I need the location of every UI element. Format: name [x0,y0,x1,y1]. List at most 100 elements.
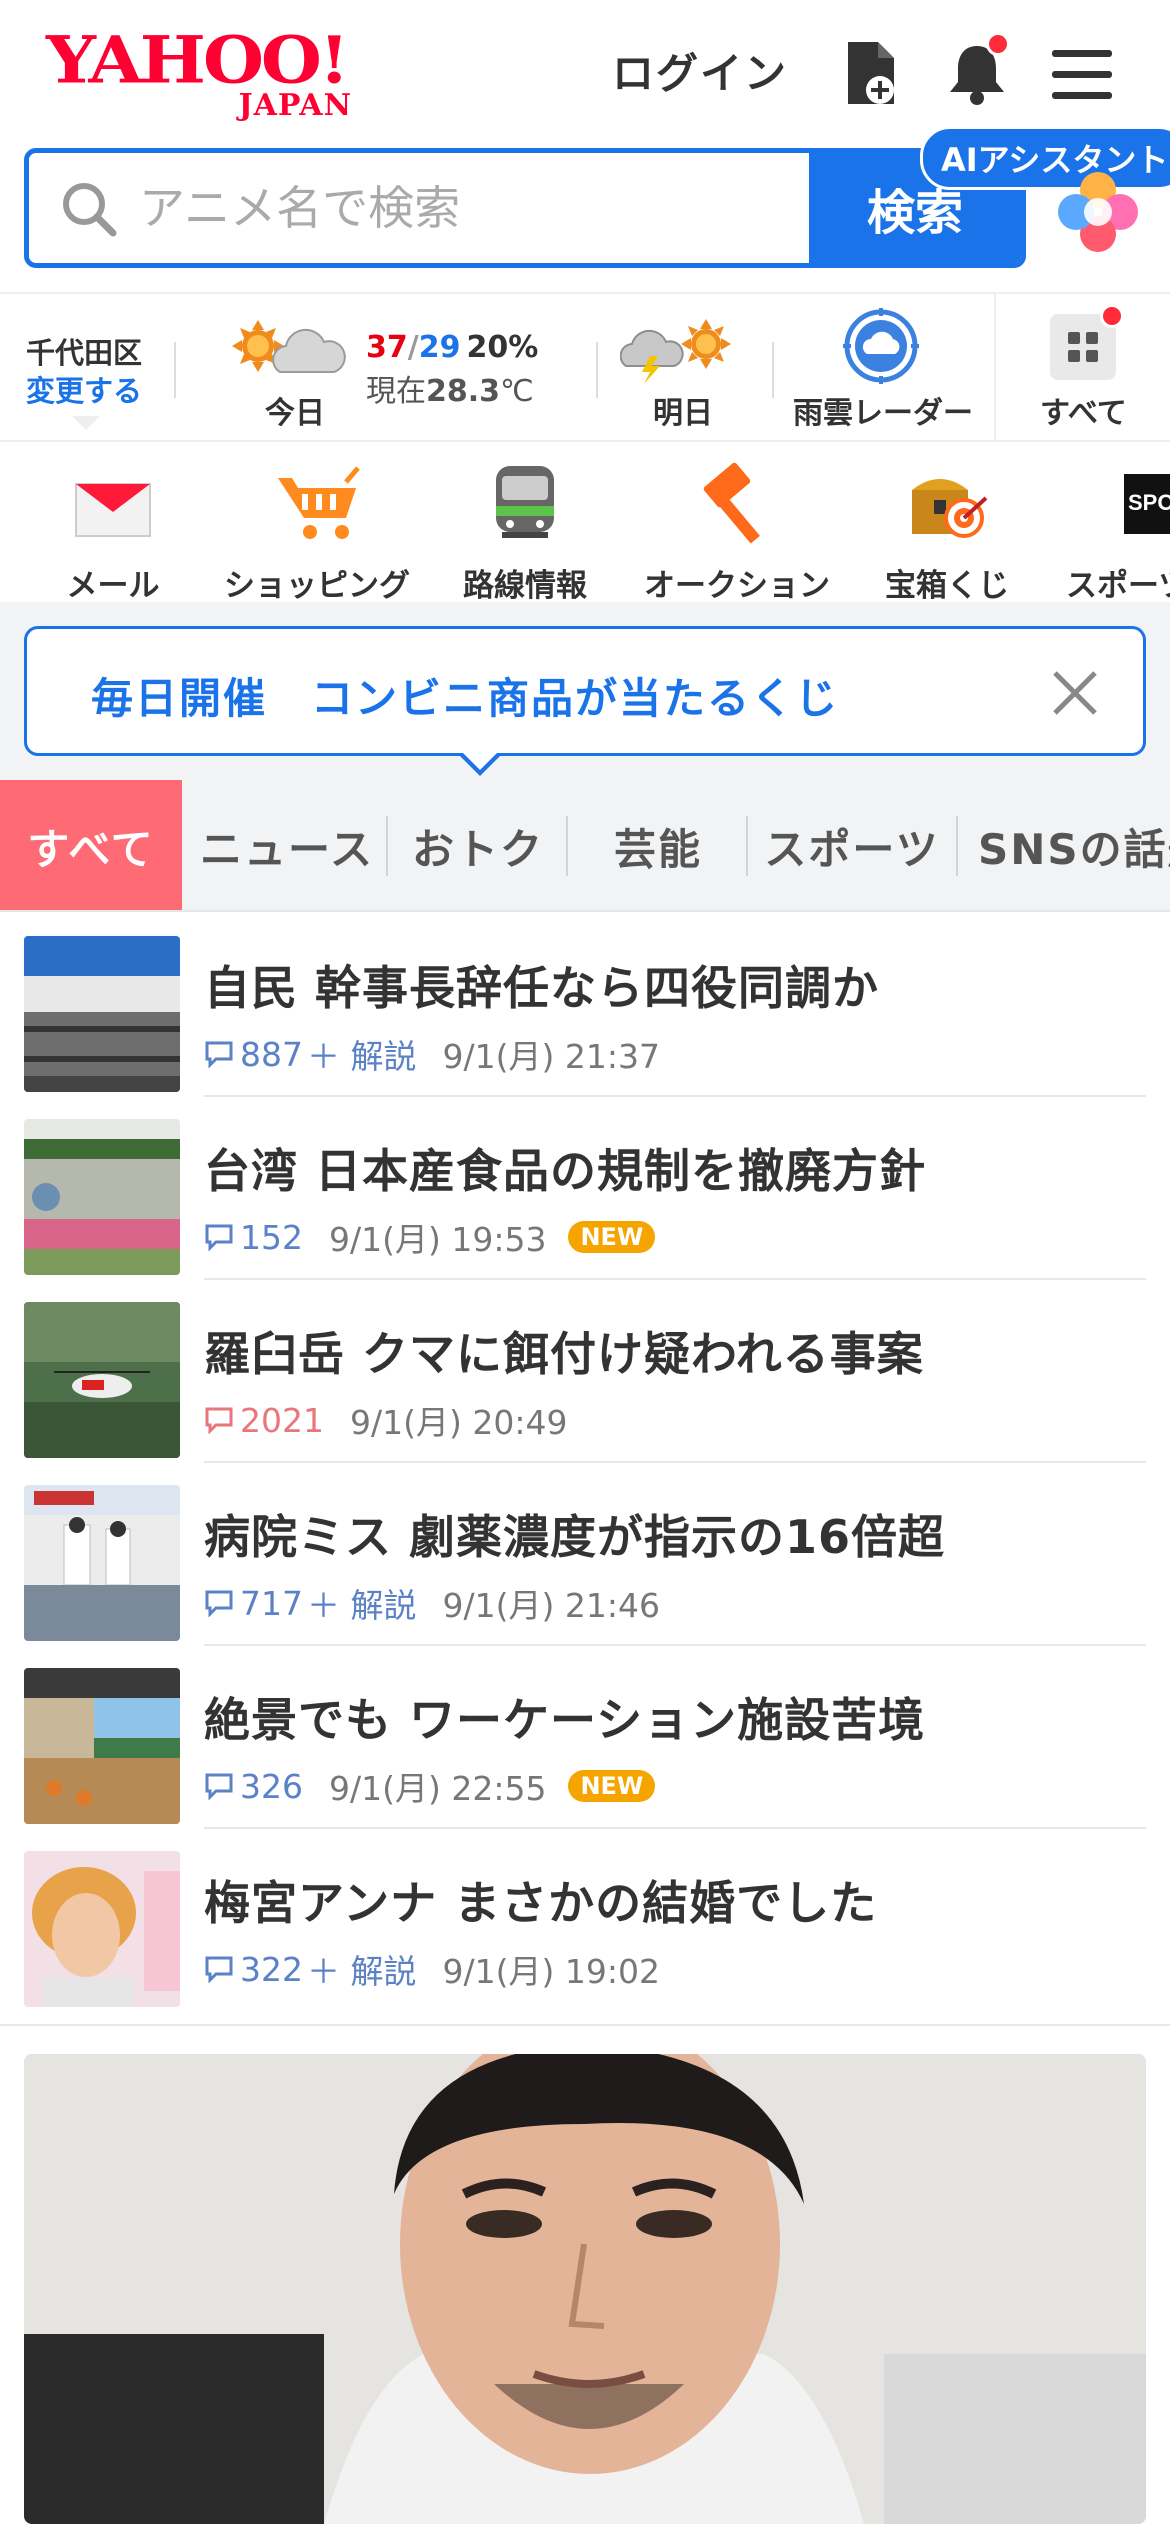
service-auction[interactable]: オークション [642,462,832,602]
header: YAHOO! JAPAN ログイン [0,0,1170,145]
weather-change-area-link[interactable]: 変更する [26,368,142,410]
tab-sports[interactable]: スポーツ [752,780,952,910]
mail-icon [75,483,151,537]
all-services-grid-icon[interactable] [1050,304,1124,384]
news-timestamp: 9/1(月) 19:53 [329,1220,547,1259]
tab-divider [746,816,748,876]
temp-high: 37 [366,330,408,365]
news-title: 病院ミス 劇薬濃度が指示の16倍超 [204,1510,946,1564]
new-badge: NEW [568,1221,656,1253]
rain-radar-icon[interactable] [843,308,919,388]
logo-main-text: YAHOO! [46,21,350,98]
tab-entertainment[interactable]: 芸能 [570,780,746,910]
news-meta: 717 ＋ 解説 9/1(月) 21:46 [204,1579,660,1627]
featured-photo[interactable] [24,2054,1146,2524]
divider [0,2024,1170,2026]
news-meta: 322 ＋ 解説 9/1(月) 19:02 [204,1945,660,1993]
news-title: 羅臼岳 クマに餌付け疑われる事案 [204,1327,924,1381]
news-item[interactable]: 病院ミス 劇薬濃度が指示の16倍超 717 ＋ 解説 9/1(月) 21:46 [0,1463,1170,1646]
service-shopping[interactable]: ショッピング [222,462,412,602]
news-meta: 2021 9/1(月) 20:49 [204,1396,567,1444]
temp-low: 29 [418,330,461,365]
comment-icon [205,1956,233,1983]
train-icon [496,466,554,538]
comment-icon [205,1041,233,1068]
tab-divider [386,816,388,876]
comment-count[interactable]: 326 [204,1767,303,1806]
comment-icon [205,1407,233,1434]
notification-dot [1100,304,1124,328]
divider [596,342,598,398]
service-sports[interactable]: SPO スポーツ [1066,462,1170,602]
news-item[interactable]: 台湾 日本産食品の規制を撤廃方針 152 9/1(月) 19:53 NEW [0,1097,1170,1280]
news-thumbnail [24,1302,180,1458]
weather-tomorrow-label: 明日 [653,396,713,431]
service-mail[interactable]: メール [58,462,168,602]
news-item[interactable]: 梅宮アンナ まさかの結婚でした 322 ＋ 解説 9/1(月) 19:02 [0,1829,1170,2012]
weather-today-label: 今日 [265,396,325,431]
shopping-cart-icon [278,466,360,539]
notification-dot [986,32,1010,56]
divider [772,342,774,398]
new-badge: NEW [568,1770,656,1802]
news-timestamp: 9/1(月) 22:55 [329,1769,547,1808]
search-bar: 検索 [24,148,1026,268]
kaisetsu-label: ＋ 解説 [307,1952,417,1991]
tab-all[interactable]: すべて [0,780,182,910]
news-title: 梅宮アンナ まさかの結婚でした [204,1876,878,1930]
weather-temps: 37/29 20% [366,330,539,365]
tab-news[interactable]: ニュース [192,780,382,910]
news-item[interactable]: 絶景でも ワーケーション施設苦境 326 9/1(月) 22:55 NEW [0,1646,1170,1829]
service-transit[interactable]: 路線情報 [460,462,590,602]
weather-area: 千代田区 [26,336,143,370]
banner-text: 毎日開催 コンビニ商品が当たるくじ [91,674,840,723]
search-input[interactable] [29,153,809,263]
category-tabs: すべて ニュース おトク 芸能 スポーツ SNSの話題 [0,780,1170,912]
news-list: 自民 幹事長辞任なら四役同調か 887 ＋ 解説 9/1(月) 21:37 台湾… [0,914,1170,2012]
news-thumbnail [24,1668,180,1824]
weather-panel: 千代田区 変更する 今日 37/29 20% 現在28.3℃ 明日 雨雲レーダー… [0,292,1170,442]
login-link[interactable]: ログイン [612,40,788,101]
rain-radar-label[interactable]: 雨雲レーダー [793,388,973,432]
yahoo-japan-logo[interactable]: YAHOO! JAPAN [46,21,366,123]
service-treasure[interactable]: 宝箱くじ [882,462,1012,602]
hamburger-menu-icon[interactable] [1050,48,1112,118]
divider [994,294,996,440]
sun-cloud-icon[interactable] [228,316,358,390]
divider [174,342,176,398]
search-icon [59,179,119,239]
comment-count[interactable]: 717 [204,1584,303,1623]
thunder-sun-icon[interactable] [619,316,740,390]
tab-divider [956,816,958,876]
tab-deals[interactable]: おトク [392,780,564,910]
news-meta: 326 9/1(月) 22:55 NEW [204,1762,656,1810]
rain-probability: 20% [466,330,539,365]
comment-count[interactable]: 152 [204,1218,303,1257]
news-thumbnail [24,1119,180,1275]
svg-text:SPO: SPO [1128,490,1170,515]
ai-assistant-icon[interactable] [1058,172,1138,252]
sports-icon: SPO [1124,474,1170,534]
news-timestamp: 9/1(月) 21:46 [442,1586,660,1625]
notification-bell-icon[interactable] [944,32,1010,108]
news-thumbnail [24,1851,180,2007]
lottery-banner[interactable]: 毎日開催 コンビニ商品が当たるくじ [24,626,1146,756]
kaisetsu-label: ＋ 解説 [307,1037,417,1076]
close-icon[interactable] [1049,667,1101,719]
news-meta: 152 9/1(月) 19:53 NEW [204,1213,656,1261]
news-title: 絶景でも ワーケーション施設苦境 [204,1693,926,1747]
news-thumbnail [24,1485,180,1641]
all-services-label[interactable]: すべて [1040,388,1127,432]
tab-sns[interactable]: SNSの話題 [960,780,1170,910]
news-timestamp: 9/1(月) 21:37 [442,1037,660,1076]
comment-count[interactable]: 2021 [204,1401,324,1440]
auction-hammer-icon [703,462,760,544]
news-title: 台湾 日本産食品の規制を撤廃方針 [204,1144,927,1198]
news-item[interactable]: 自民 幹事長辞任なら四役同調か 887 ＋ 解説 9/1(月) 21:37 [0,914,1170,1097]
comment-count[interactable]: 322 [204,1950,303,1989]
news-thumbnail [24,936,180,1092]
add-document-icon[interactable] [840,38,900,108]
comment-count[interactable]: 887 [204,1035,303,1074]
news-item[interactable]: 羅臼岳 クマに餌付け疑われる事案 2021 9/1(月) 20:49 [0,1280,1170,1463]
current-temp: 現在28.3℃ [366,374,534,409]
